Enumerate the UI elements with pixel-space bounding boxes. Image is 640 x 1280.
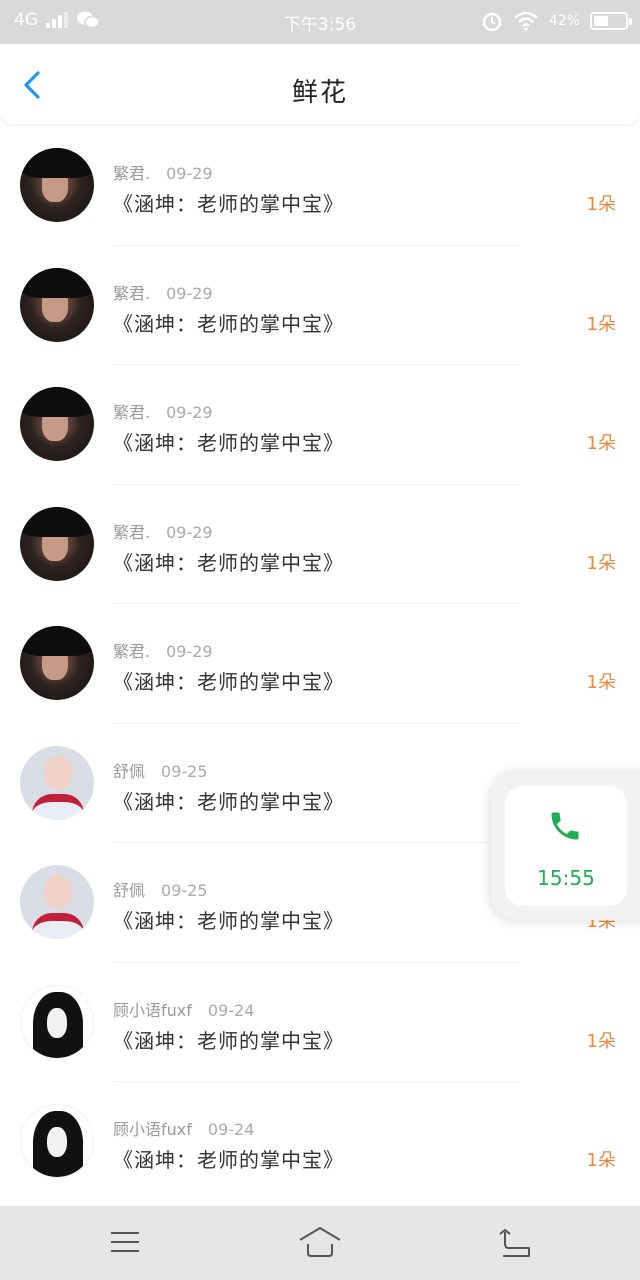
list-item[interactable]: 顾小语fuxf 09-24 《涵坤：老师的掌中宝》 1朵 — [0, 1082, 640, 1202]
alarm-icon — [482, 12, 502, 32]
avatar[interactable] — [20, 865, 94, 939]
home-icon[interactable] — [298, 1222, 342, 1262]
flower-count: 1朵 — [586, 552, 616, 574]
page-title: 鲜花 — [291, 78, 348, 108]
sender-name: 舒佩 — [113, 761, 146, 781]
book-title: 《涵坤：老师的掌中宝》 — [113, 670, 344, 694]
flower-count: 1朵 — [586, 194, 616, 215]
sender-name: 顾小语fuxf — [113, 1120, 192, 1139]
sender-name: 舒佩 — [113, 881, 146, 900]
avatar[interactable] — [20, 1104, 94, 1178]
flower-record-list: 繁君. 09-29 《涵坤：老师的掌中宝》 1朵 繁君. 09-29 《涵坤：老师的… — [0, 126, 640, 1202]
menu-icon[interactable] — [103, 1222, 147, 1262]
book-title: 《涵坤：老师的掌中宝》 — [113, 192, 344, 216]
avatar[interactable] — [20, 626, 94, 700]
record-date: 09-25 — [161, 761, 208, 781]
avatar[interactable] — [20, 984, 94, 1059]
book-title: 《涵坤：老师的掌中宝》 — [113, 909, 344, 933]
book-title: 《涵坤：老师的掌中宝》 — [113, 1148, 344, 1172]
call-card[interactable]: 15:55 — [505, 786, 627, 906]
status-right: 42% — [481, 10, 632, 32]
sender-name: 繁君. — [113, 164, 151, 183]
sender-name: 繁君. — [113, 522, 151, 542]
avatar[interactable] — [20, 506, 94, 581]
flower-count: 1朵 — [586, 433, 616, 454]
battery-icon — [590, 12, 632, 30]
record-date: 09-29 — [166, 522, 213, 542]
list-item[interactable]: 繁君. 09-29 《涵坤：老师的掌中宝》 1朵 — [0, 485, 640, 604]
header: 鲜花 — [0, 44, 640, 125]
sender-name: 繁君. — [113, 283, 151, 303]
list-item[interactable]: 繁君. 09-29 《涵坤：老师的掌中宝》 1朵 — [0, 246, 640, 365]
sender-name: 繁君. — [113, 403, 151, 422]
sender-meta: 顾小语fuxf 09-24 — [113, 997, 254, 1021]
book-title: 《涵坤：老师的掌中宝》 — [113, 311, 344, 336]
sender-meta: 繁君. 09-29 — [113, 519, 213, 543]
avatar[interactable] — [20, 387, 94, 461]
sender-name: 顾小语fuxf — [113, 1000, 192, 1020]
record-date: 09-29 — [166, 283, 213, 303]
flower-count: 1朵 — [586, 1150, 616, 1171]
list-item[interactable]: 繁君. 09-29 《涵坤：老师的掌中宝》 1朵 — [0, 365, 640, 485]
record-date: 09-29 — [166, 164, 213, 183]
avatar[interactable] — [20, 148, 94, 222]
record-date: 09-24 — [207, 1000, 255, 1020]
sender-name: 繁君. — [113, 642, 151, 661]
sender-meta: 繁君. 09-29 — [113, 399, 213, 423]
sender-meta: 繁君. 09-29 — [113, 160, 213, 184]
list-item[interactable]: 繁君. 09-29 《涵坤：老师的掌中宝》 1朵 — [0, 604, 640, 724]
avatar[interactable] — [20, 745, 94, 820]
record-date: 09-25 — [161, 881, 208, 900]
floating-call-widget[interactable]: 15:55 — [491, 770, 640, 920]
record-date: 09-29 — [166, 642, 213, 661]
flower-count: 1朵 — [586, 1030, 616, 1052]
flower-count: 1朵 — [586, 313, 616, 335]
book-title: 《涵坤：老师的掌中宝》 — [113, 550, 344, 575]
sender-meta: 舒佩 09-25 — [113, 877, 208, 901]
back-icon[interactable] — [493, 1222, 537, 1262]
status-bar: 4G 下午3:56 42% — [0, 0, 640, 44]
phone-icon — [551, 812, 579, 840]
sender-meta: 舒佩 09-25 — [113, 758, 208, 782]
book-title: 《涵坤：老师的掌中宝》 — [113, 1028, 344, 1053]
wifi-icon — [514, 11, 538, 31]
call-duration: 15:55 — [537, 866, 595, 890]
record-date: 09-29 — [166, 403, 213, 422]
list-item[interactable]: 繁君. 09-29 《涵坤：老师的掌中宝》 1朵 — [0, 126, 640, 246]
list-item[interactable]: 顾小语fuxf 09-24 《涵坤：老师的掌中宝》 1朵 — [0, 963, 640, 1082]
book-title: 《涵坤：老师的掌中宝》 — [113, 789, 344, 814]
flower-count: 1朵 — [586, 672, 616, 693]
sender-meta: 繁君. 09-29 — [113, 638, 213, 662]
sender-meta: 顾小语fuxf 09-24 — [113, 1116, 254, 1140]
sender-meta: 繁君. 09-29 — [113, 280, 213, 304]
book-title: 《涵坤：老师的掌中宝》 — [113, 431, 344, 455]
navigation-bar — [0, 1206, 640, 1280]
battery-percent: 42% — [548, 13, 580, 29]
avatar[interactable] — [20, 267, 94, 342]
screen: 4G 下午3:56 42% 鲜花 繁君. 09-29 《涵坤：老师的掌中宝》 1… — [0, 0, 640, 1280]
record-date: 09-24 — [207, 1120, 255, 1139]
